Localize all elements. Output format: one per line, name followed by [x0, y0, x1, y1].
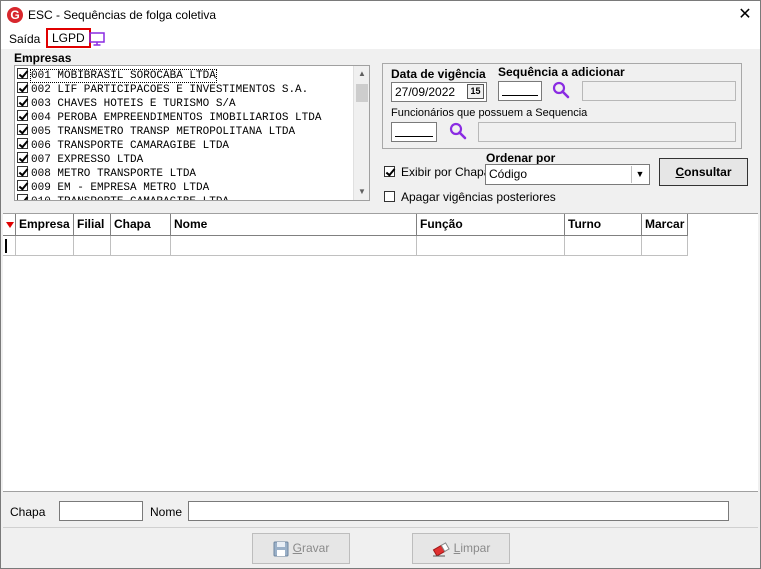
ordenar-select[interactable]: Código ▼: [485, 164, 650, 185]
funcionarios-code-input[interactable]: [391, 122, 437, 142]
list-item[interactable]: 006 TRANSPORTE CAMARAGIBE LTDA: [17, 138, 229, 152]
title-bar: G ESC - Sequências de folga coletiva ✕: [1, 1, 760, 29]
list-item[interactable]: 008 METRO TRANSPORTE LTDA: [17, 166, 196, 180]
save-icon: [273, 541, 289, 557]
sort-indicator-icon: [6, 222, 14, 228]
empresa-checkbox[interactable]: [17, 152, 28, 163]
column-header-chapa[interactable]: Chapa: [111, 214, 171, 236]
column-header-funcao[interactable]: Função: [417, 214, 565, 236]
empresa-checkbox[interactable]: [17, 166, 28, 177]
empresa-label: 007 EXPRESSO LTDA: [31, 154, 144, 166]
nome-filter-label: Nome: [150, 505, 183, 519]
empresa-checkbox[interactable]: [17, 194, 28, 200]
results-grid[interactable]: Empresa Filial Chapa Nome Função Turno M…: [3, 213, 758, 492]
column-header-nome[interactable]: Nome: [171, 214, 417, 236]
empresas-label: Empresas: [14, 51, 72, 65]
consultar-button[interactable]: Consultar: [659, 158, 748, 186]
row-indicator-header: [3, 214, 16, 236]
chapa-filter-label: Chapa: [10, 505, 46, 519]
funcionarios-search-icon[interactable]: [449, 122, 467, 140]
list-item[interactable]: 002 LIF PARTICIPACOES E INVESTIMENTOS S.…: [17, 82, 308, 96]
cell-empresa[interactable]: [16, 236, 74, 256]
sequencia-search-icon[interactable]: [552, 81, 570, 99]
monitor-icon[interactable]: [89, 32, 105, 46]
nome-filter-input[interactable]: [188, 501, 729, 521]
row-indicator: [3, 236, 16, 256]
cell-nome[interactable]: [171, 236, 417, 256]
gravar-button[interactable]: Gravar: [252, 533, 350, 564]
chapa-filter-input[interactable]: [59, 501, 143, 521]
cell-turno[interactable]: [565, 236, 642, 256]
empresas-listbox[interactable]: 001 MOBIBRASIL SOROCABA LTDA 002 LIF PART…: [14, 65, 370, 201]
empresa-label: 006 TRANSPORTE CAMARAGIBE LTDA: [31, 140, 230, 152]
scroll-down-icon[interactable]: ▼: [354, 184, 369, 200]
exibir-label: Exibir por Chapa: [401, 165, 491, 179]
empresa-label: 004 PEROBA EMPREENDIMENTOS IMOBILIARIOS …: [31, 112, 322, 124]
empresa-checkbox[interactable]: [17, 124, 28, 135]
empresa-label: 002 LIF PARTICIPACOES E INVESTIMENTOS S.…: [31, 84, 309, 96]
menu-item-lgpd[interactable]: LGPD: [46, 28, 91, 48]
cell-chapa[interactable]: [111, 236, 171, 256]
scroll-up-icon[interactable]: ▲: [354, 66, 369, 82]
apagar-vigencias-checkbox[interactable]: Apagar vigências posteriores: [384, 190, 556, 204]
apagar-checkbox-box[interactable]: [384, 191, 395, 202]
sequencia-description-field: [582, 81, 736, 101]
vigencia-date-value: 27/09/2022: [395, 85, 456, 99]
empresa-label: 005 TRANSMETRO TRANSP METROPOLITANA LTDA: [31, 126, 296, 138]
grid-header: Empresa Filial Chapa Nome Função Turno M…: [3, 214, 688, 236]
app-window: G ESC - Sequências de folga coletiva ✕ S…: [0, 0, 761, 569]
sequencia-code-input[interactable]: [498, 81, 542, 101]
column-header-turno[interactable]: Turno: [565, 214, 642, 236]
cell-funcao[interactable]: [417, 236, 565, 256]
menu-item-saida[interactable]: Saída: [7, 31, 42, 47]
scroll-thumb[interactable]: [356, 84, 368, 102]
calendar-icon[interactable]: 15: [467, 84, 484, 99]
cell-filial[interactable]: [74, 236, 111, 256]
list-item[interactable]: 009 EM - EMPRESA METRO LTDA: [17, 180, 209, 194]
list-item[interactable]: 005 TRANSMETRO TRANSP METROPOLITANA LTDA: [17, 124, 295, 138]
empresa-checkbox[interactable]: [17, 96, 28, 107]
ordenar-label: Ordenar por: [486, 151, 556, 165]
filter-bar: Chapa Nome: [3, 494, 758, 526]
chevron-down-icon[interactable]: ▼: [631, 166, 648, 183]
empresa-checkbox[interactable]: [17, 138, 28, 149]
column-header-marcar[interactable]: Marcar: [642, 214, 688, 236]
footer-actions: Gravar Limpar: [3, 527, 758, 567]
table-row[interactable]: [3, 236, 688, 256]
column-header-empresa[interactable]: Empresa: [16, 214, 74, 236]
window-title: ESC - Sequências de folga coletiva: [28, 8, 217, 22]
exibir-por-chapa-checkbox[interactable]: Exibir por Chapa: [384, 165, 490, 179]
list-item[interactable]: 001 MOBIBRASIL SOROCABA LTDA: [17, 68, 217, 83]
current-row-marker: [5, 239, 7, 253]
cell-marcar[interactable]: [642, 236, 688, 256]
column-header-filial[interactable]: Filial: [74, 214, 111, 236]
list-item[interactable]: 010 TRANSPORTE CAMARAGIBE LTDA: [17, 194, 229, 200]
empresa-label: 010 TRANSPORTE CAMARAGIBE LTDA: [31, 196, 229, 200]
limpar-button[interactable]: Limpar: [412, 533, 510, 564]
funcionarios-description-field: [478, 122, 736, 142]
app-logo-icon: G: [7, 7, 23, 23]
empresa-label: 008 METRO TRANSPORTE LTDA: [31, 168, 197, 180]
list-item[interactable]: 007 EXPRESSO LTDA: [17, 152, 143, 166]
exibir-checkbox-box[interactable]: [384, 166, 395, 177]
empresa-checkbox[interactable]: [17, 180, 28, 191]
empresa-label: 001 MOBIBRASIL SOROCABA LTDA: [30, 69, 217, 83]
empresas-scrollbar[interactable]: ▲ ▼: [353, 66, 369, 200]
empresa-checkbox[interactable]: [17, 110, 28, 121]
list-item[interactable]: 003 CHAVES HOTEIS E TURISMO S/A: [17, 96, 236, 110]
empresa-checkbox[interactable]: [17, 82, 28, 93]
funcionarios-label: Funcionários que possuem a Sequencia: [391, 107, 588, 119]
eraser-icon: [432, 542, 450, 557]
ordenar-selected-value: Código: [489, 167, 528, 181]
empresa-checkbox[interactable]: [17, 68, 28, 79]
list-item[interactable]: 004 PEROBA EMPREENDIMENTOS IMOBILIARIOS …: [17, 110, 321, 124]
close-button[interactable]: ✕: [730, 1, 760, 29]
menu-bar: Saída LGPD: [1, 28, 760, 49]
vigencia-label: Data de vigência: [391, 67, 486, 81]
sequencia-label: Sequência a adicionar: [498, 65, 625, 79]
empresa-label: 009 EM - EMPRESA METRO LTDA: [31, 182, 210, 194]
empresa-label: 003 CHAVES HOTEIS E TURISMO S/A: [31, 98, 236, 110]
apagar-label: Apagar vigências posteriores: [401, 190, 556, 204]
